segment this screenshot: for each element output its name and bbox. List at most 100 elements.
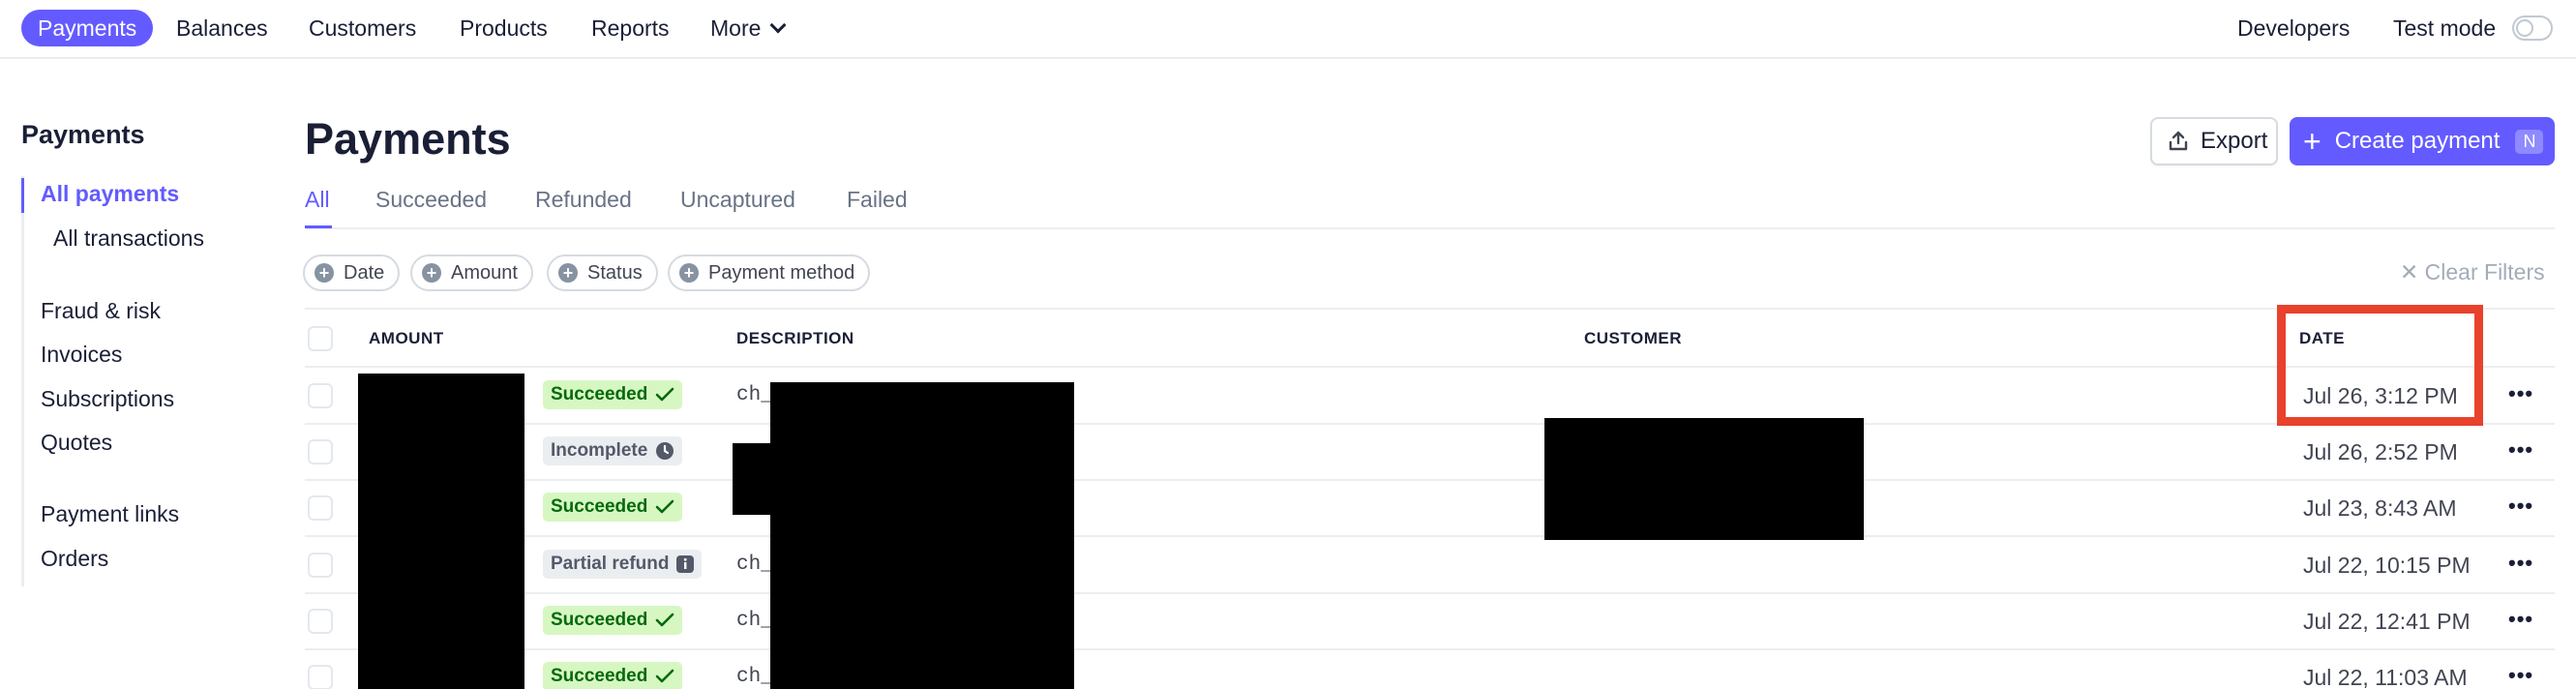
tab-uncaptured[interactable]: Uncaptured [680, 187, 795, 213]
row-checkbox[interactable] [308, 439, 333, 464]
sidebar-item-all-transactions[interactable]: All transactions [53, 225, 204, 252]
nav-reports[interactable]: Reports [591, 10, 670, 46]
status-label: Succeeded [551, 610, 648, 630]
status-label: Incomplete [551, 440, 648, 461]
keyboard-shortcut-badge: N [2515, 129, 2544, 154]
check-icon [655, 669, 674, 684]
filter-chip-amount[interactable]: + Amount [410, 255, 533, 291]
nav-developers[interactable]: Developers [2237, 10, 2350, 46]
status-label: Succeeded [551, 496, 648, 517]
status-badge: Partial refund [543, 550, 703, 579]
sidebar-item-payment-links[interactable]: Payment links [41, 501, 179, 527]
plus-circle-icon: + [558, 263, 578, 283]
plus-circle-icon: + [679, 263, 699, 283]
filter-chip-label: Status [587, 261, 643, 284]
test-mode-label: Test mode [2393, 15, 2497, 41]
tab-refunded[interactable]: Refunded [535, 187, 632, 213]
status-badge: Incomplete [543, 436, 683, 465]
status-badge: Succeeded [543, 606, 683, 635]
row-more-actions-button[interactable]: ••• [2508, 437, 2533, 463]
sidebar-item-all-payments[interactable]: All payments [41, 181, 179, 207]
check-icon [655, 499, 674, 515]
sidebar-item-quotes[interactable]: Quotes [41, 430, 112, 456]
column-header-description[interactable]: DESCRIPTION [736, 329, 854, 348]
export-label: Export [2201, 128, 2268, 154]
row-divider [305, 535, 2555, 537]
row-checkbox[interactable] [308, 665, 333, 689]
nav-more[interactable]: More [710, 10, 787, 46]
plus-circle-icon: + [315, 263, 334, 283]
row-divider [305, 423, 2555, 425]
sidebar-item-fraud-risk[interactable]: Fraud & risk [41, 298, 161, 324]
filter-chip-label: Payment method [708, 261, 855, 284]
clear-filters-button[interactable]: ✕ Clear Filters [2400, 259, 2545, 285]
row-divider [305, 592, 2555, 594]
status-label: Succeeded [551, 384, 648, 404]
export-icon [2169, 131, 2188, 151]
create-payment-button[interactable]: + Create payment N [2290, 117, 2555, 165]
description-cell: ch_ [736, 384, 773, 406]
nav-more-label: More [710, 15, 762, 41]
date-cell: Jul 22, 12:41 PM [2303, 609, 2471, 634]
column-header-amount[interactable]: AMOUNT [369, 329, 444, 348]
sidebar-item-invoices[interactable]: Invoices [41, 342, 122, 368]
description-cell: ch_ [736, 666, 773, 688]
description-cell: ch_ [736, 554, 773, 576]
nav-balances[interactable]: Balances [176, 10, 268, 46]
filter-chip-label: Date [344, 261, 385, 284]
redaction-description-fragment [733, 443, 773, 515]
table-top-border [305, 308, 2555, 310]
plus-circle-icon: + [422, 263, 441, 283]
tab-all[interactable]: All [305, 187, 330, 213]
status-badge: Succeeded [543, 662, 683, 689]
row-checkbox[interactable] [308, 609, 333, 634]
chevron-down-icon [769, 16, 787, 34]
redaction-customer-column [1544, 418, 1864, 540]
redaction-amount-column [358, 374, 524, 689]
nav-payments[interactable]: Payments [21, 10, 154, 46]
date-cell: Jul 22, 11:03 AM [2303, 665, 2468, 689]
active-tab-indicator [305, 225, 332, 228]
nav-products[interactable]: Products [460, 10, 548, 46]
table-header-border [305, 366, 2555, 368]
row-more-actions-button[interactable]: ••• [2508, 551, 2533, 576]
export-button[interactable]: Export [2150, 117, 2278, 165]
nav-customers[interactable]: Customers [309, 10, 416, 46]
sidebar-item-orders[interactable]: Orders [41, 546, 108, 572]
status-label: Succeeded [551, 666, 648, 686]
sidebar-active-indicator [21, 178, 24, 213]
filter-chip-label: Amount [451, 261, 518, 284]
tab-failed[interactable]: Failed [847, 187, 908, 213]
row-more-actions-button[interactable]: ••• [2508, 607, 2533, 632]
row-more-actions-button[interactable]: ••• [2508, 494, 2533, 519]
tabs-divider [305, 227, 2555, 229]
tab-succeeded[interactable]: Succeeded [375, 187, 487, 213]
status-badge: Succeeded [543, 380, 683, 409]
filter-chip-status[interactable]: + Status [547, 255, 658, 291]
test-mode-toggle[interactable] [2512, 15, 2553, 41]
row-more-actions-button[interactable]: ••• [2508, 663, 2533, 688]
filter-chip-payment-method[interactable]: + Payment method [668, 255, 871, 291]
date-cell: Jul 22, 10:15 PM [2303, 553, 2471, 578]
row-more-actions-button[interactable]: ••• [2508, 381, 2533, 406]
row-checkbox[interactable] [308, 553, 333, 578]
row-checkbox[interactable] [308, 383, 333, 408]
row-checkbox[interactable] [308, 495, 333, 521]
close-icon: ✕ [2400, 259, 2425, 285]
clock-icon [655, 441, 674, 461]
date-cell: Jul 23, 8:43 AM [2303, 495, 2457, 521]
top-navigation: Payments Balances Customers Products Rep… [0, 0, 2576, 59]
row-divider [305, 648, 2555, 650]
status-badge: Succeeded [543, 493, 683, 522]
sidebar-item-subscriptions[interactable]: Subscriptions [41, 386, 174, 412]
description-cell: ch_ [736, 610, 773, 632]
check-icon [655, 387, 674, 403]
info-icon [676, 555, 695, 573]
highlight-box [2277, 305, 2483, 426]
status-label: Partial refund [551, 554, 670, 574]
select-all-checkbox[interactable] [308, 326, 333, 351]
column-header-customer[interactable]: CUSTOMER [1584, 329, 1682, 348]
filter-chip-date[interactable]: + Date [303, 255, 401, 291]
date-cell: Jul 26, 2:52 PM [2303, 439, 2458, 464]
sidebar-title: Payments [21, 120, 145, 149]
